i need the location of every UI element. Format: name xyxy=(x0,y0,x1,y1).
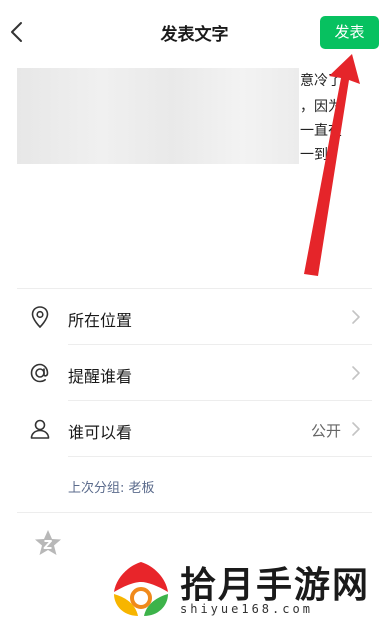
watermark: 拾月手游网 shiyue168.com xyxy=(108,556,378,622)
chevron-right-icon xyxy=(352,422,360,436)
watermark-url: shiyue168.com xyxy=(180,602,313,616)
post-text-line: 一直在 xyxy=(300,123,342,139)
post-text-line: 意冷了 xyxy=(300,73,342,89)
at-sign-icon xyxy=(30,363,49,383)
chevron-right-icon xyxy=(352,366,360,380)
mention-label: 提醒谁看 xyxy=(68,367,133,386)
divider xyxy=(68,456,372,457)
publish-button[interactable]: 发表 xyxy=(320,16,379,49)
mention-row[interactable]: 提醒谁看 xyxy=(0,345,389,401)
post-text-area[interactable]: 意冷了 ，因为 一直在 一到 xyxy=(0,64,389,174)
location-row[interactable]: 所在位置 xyxy=(0,289,389,345)
post-text-line: 一到 xyxy=(300,147,328,163)
divider xyxy=(17,512,372,513)
blurred-text xyxy=(17,68,299,164)
post-text-line: ，因为 xyxy=(300,99,342,115)
star-z-icon[interactable] xyxy=(32,527,64,559)
site-logo-icon xyxy=(114,562,168,616)
top-bar: 发表文字 发表 xyxy=(0,0,389,64)
location-label: 所在位置 xyxy=(68,311,133,330)
visibility-value: 公开 xyxy=(310,422,341,440)
last-group-hint[interactable]: 上次分组: 老板 xyxy=(68,477,155,496)
visibility-label: 谁可以看 xyxy=(68,423,133,442)
person-icon xyxy=(30,419,50,439)
chevron-right-icon xyxy=(352,310,360,324)
location-pin-icon xyxy=(31,306,49,329)
visibility-row[interactable]: 谁可以看 公开 xyxy=(0,401,389,457)
watermark-title: 拾月手游网 xyxy=(180,565,371,606)
